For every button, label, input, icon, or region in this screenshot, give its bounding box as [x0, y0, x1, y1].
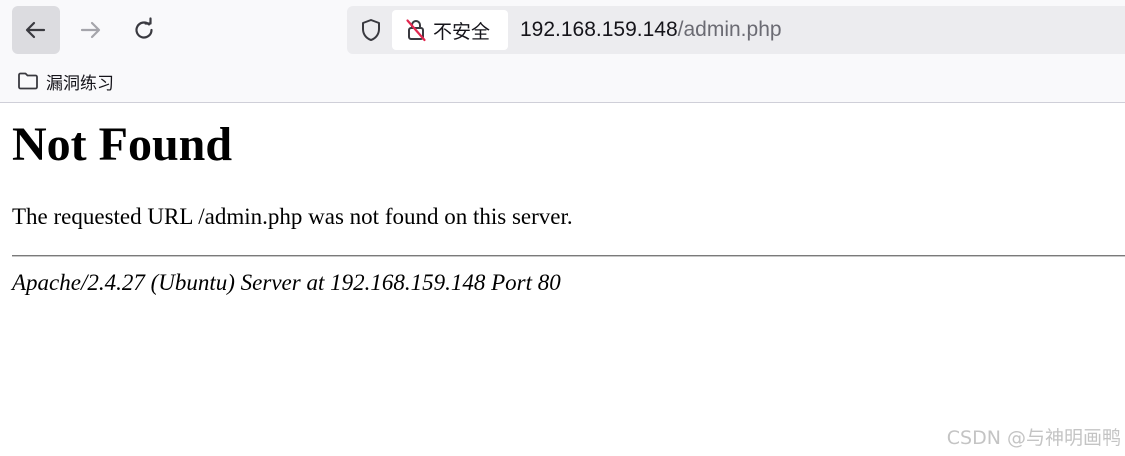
bookmark-folder-label: 漏洞练习 [46, 73, 114, 94]
arrow-left-icon [25, 21, 46, 39]
server-signature: Apache/2.4.27 (Ubuntu) Server at 192.168… [12, 270, 561, 295]
watermark: CSDN @与神明画鸭 [946, 427, 1121, 449]
reload-button[interactable] [120, 6, 168, 54]
url-bar[interactable]: 不安全 192.168.159.148/admin.php [347, 6, 1125, 54]
back-button[interactable] [12, 6, 60, 54]
bookmarks-toolbar: 漏洞练习 [0, 60, 1125, 103]
insecure-lock-icon [405, 18, 427, 42]
horizontal-rule [12, 255, 1125, 257]
insecure-label: 不安全 [433, 20, 491, 43]
forward-button[interactable] [66, 6, 114, 54]
connection-insecure-indicator[interactable]: 不安全 [392, 10, 508, 50]
tracking-protection-shield-icon[interactable] [359, 18, 383, 42]
url-host: 192.168.159.148 [520, 18, 678, 41]
folder-icon [18, 72, 38, 90]
url-path: /admin.php [677, 18, 782, 41]
error-message: The requested URL /admin.php was not fou… [12, 204, 573, 229]
page-title: Not Found [12, 118, 233, 171]
bookmark-folder[interactable]: 漏洞练习 [17, 68, 114, 94]
arrow-right-icon [80, 21, 101, 39]
reload-icon [135, 17, 153, 39]
url-text[interactable]: 192.168.159.148/admin.php [520, 16, 782, 44]
browser-toolbar: 不安全 192.168.159.148/admin.php [0, 0, 1125, 60]
